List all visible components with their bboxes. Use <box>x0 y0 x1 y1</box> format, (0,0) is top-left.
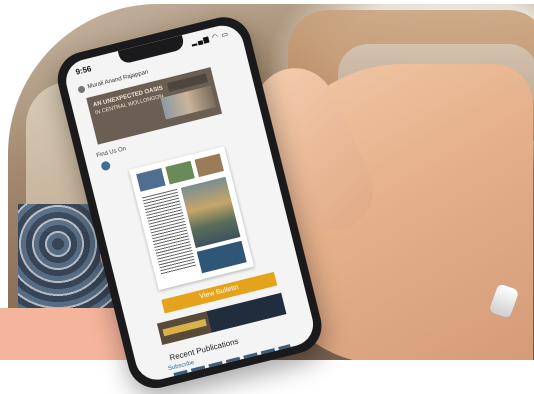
social-icon[interactable] <box>100 160 112 172</box>
status-time: 9:56 <box>74 63 93 77</box>
avatar <box>77 84 86 94</box>
cover-main-image <box>180 176 241 249</box>
ad-gold-strip <box>162 318 207 337</box>
status-icons: ▂▄▆ ◠ ▭ <box>190 30 230 47</box>
find-us-label: Find Us On <box>95 146 127 160</box>
bulletin-cover[interactable] <box>128 146 254 291</box>
